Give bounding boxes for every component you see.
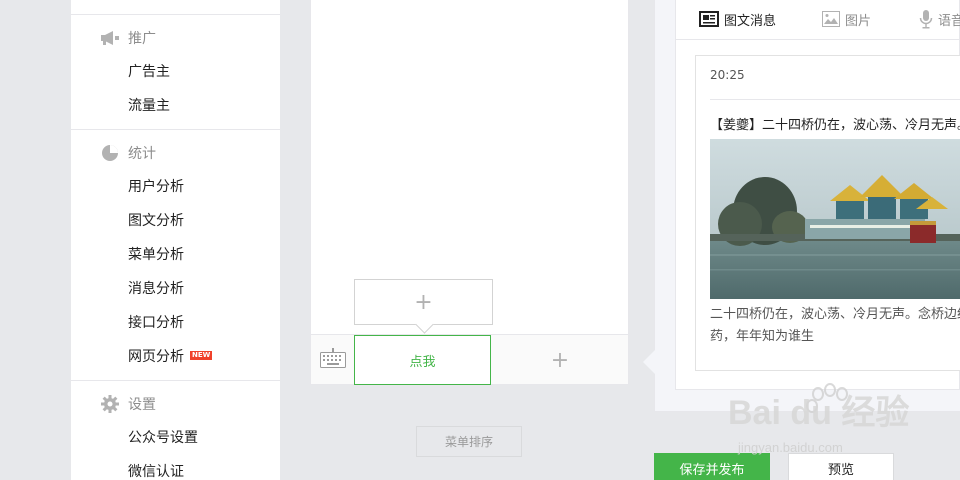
message-cover-image bbox=[710, 139, 960, 299]
message-divider bbox=[710, 99, 960, 100]
tab-label: 图片 bbox=[845, 13, 872, 29]
save-and-publish-button[interactable]: 保存并发布 bbox=[654, 453, 770, 480]
sidebar-divider bbox=[71, 14, 280, 15]
description-line: 二十四桥仍在，波心荡、冷月无声。念桥边红 bbox=[710, 307, 960, 322]
add-submenu-button[interactable]: + bbox=[354, 279, 493, 325]
sidebar-item-publisher[interactable]: 流量主 bbox=[128, 96, 170, 116]
sidebar-item-message-analysis[interactable]: 消息分析 bbox=[128, 279, 184, 299]
pie-chart-icon bbox=[100, 143, 120, 163]
editor-pointer-arrow bbox=[643, 350, 655, 374]
tab-label: 语音 bbox=[938, 13, 960, 29]
add-menu-button[interactable]: + bbox=[540, 347, 580, 373]
new-badge: NEW bbox=[190, 351, 213, 360]
sidebar-section-statistics: 统计 bbox=[100, 143, 156, 163]
sidebar-item-article-analysis[interactable]: 图文分析 bbox=[128, 211, 184, 231]
keyboard-icon[interactable] bbox=[320, 348, 346, 370]
description-line: 药，年年知为谁生 bbox=[710, 329, 815, 344]
section-title: 统计 bbox=[128, 146, 156, 162]
sidebar-divider bbox=[71, 380, 280, 381]
menu-sort-button[interactable]: 菜单排序 bbox=[416, 426, 522, 457]
plus-icon: + bbox=[414, 289, 433, 315]
sidebar-item-menu-analysis[interactable]: 菜单分析 bbox=[128, 245, 184, 265]
menu-item-active[interactable]: 点我 bbox=[354, 335, 491, 385]
sidebar-item-webpage-analysis[interactable]: 网页分析 NEW bbox=[128, 347, 213, 367]
sidebar-section-promotion: 推广 bbox=[100, 28, 156, 48]
sidebar-divider bbox=[71, 129, 280, 130]
sidebar-item-advertiser[interactable]: 广告主 bbox=[128, 62, 170, 82]
gear-icon bbox=[100, 394, 120, 414]
tab-image[interactable]: 图片 bbox=[822, 8, 871, 30]
microphone-icon bbox=[919, 9, 933, 29]
megaphone-icon bbox=[100, 28, 120, 48]
news-icon bbox=[699, 11, 719, 27]
sidebar-item-label: 网页分析 bbox=[128, 349, 184, 365]
message-description: 二十四桥仍在，波心荡、冷月无声。念桥边红 药，年年知为谁生 bbox=[710, 304, 960, 348]
tab-label: 图文消息 bbox=[724, 13, 777, 29]
watermark-brand: Bai du 经验 bbox=[728, 393, 909, 432]
baidu-jingyan-watermark: Bai du 经验 jingyan.baidu.com bbox=[728, 376, 918, 456]
section-title: 推广 bbox=[128, 31, 156, 47]
tab-voice[interactable]: 语音 bbox=[919, 8, 960, 30]
watermark-url: jingyan.baidu.com bbox=[737, 440, 843, 455]
sidebar-item-user-analysis[interactable]: 用户分析 bbox=[128, 177, 184, 197]
plus-icon: + bbox=[550, 347, 570, 373]
message-time: 20:25 bbox=[710, 68, 745, 82]
sidebar-section-settings: 设置 bbox=[100, 394, 156, 414]
sidebar-item-wechat-verify[interactable]: 微信认证 bbox=[128, 462, 184, 480]
sidebar-item-account-settings[interactable]: 公众号设置 bbox=[128, 428, 198, 448]
sidebar-item-api-analysis[interactable]: 接口分析 bbox=[128, 313, 184, 333]
tab-news[interactable]: 图文消息 bbox=[699, 8, 776, 30]
section-title: 设置 bbox=[128, 397, 156, 413]
message-title: 【姜夔】二十四桥仍在，波心荡、冷月无声。 bbox=[710, 118, 960, 133]
preview-button[interactable]: 预览 bbox=[788, 453, 894, 480]
image-icon bbox=[822, 11, 840, 27]
phone-preview bbox=[310, 0, 629, 385]
